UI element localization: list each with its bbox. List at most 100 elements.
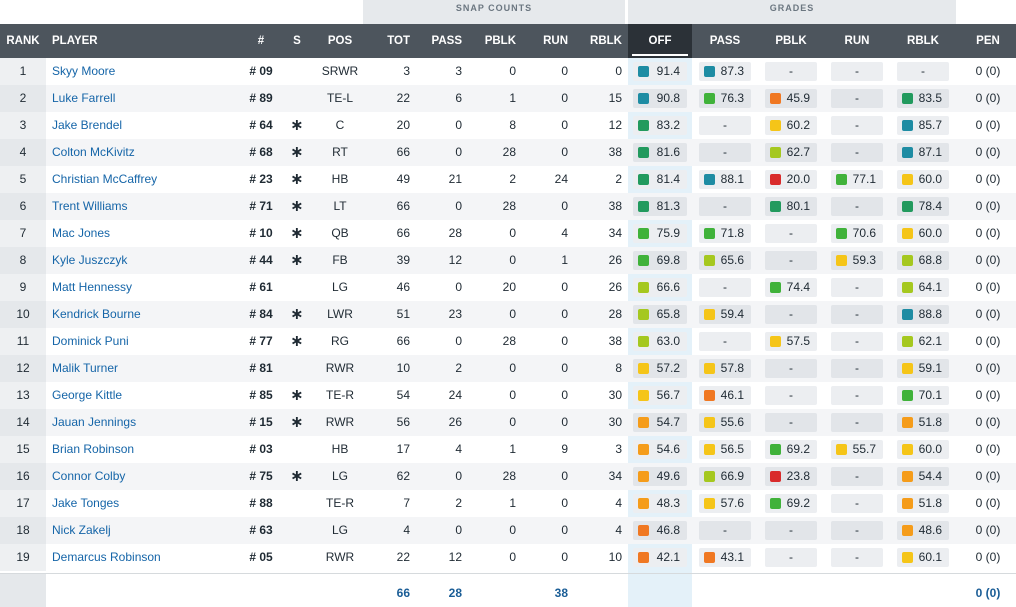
player-name-link[interactable]: Demarcus Robinson: [52, 544, 161, 571]
grade-color-swatch: [638, 309, 649, 320]
run-grade-value: -: [855, 307, 859, 321]
rblk-grade-badge: 59.1: [897, 359, 949, 378]
player-name-link[interactable]: Dominick Puni: [52, 328, 129, 355]
grade-color-swatch: [638, 390, 649, 401]
header-number[interactable]: #: [238, 24, 284, 58]
header-pblk-snaps[interactable]: PBLK: [474, 24, 516, 58]
jersey-number: # 84: [249, 307, 273, 321]
player-name-link[interactable]: Kendrick Bourne: [52, 301, 141, 328]
header-penalties[interactable]: PEN: [960, 24, 1016, 58]
grade-color-swatch: [836, 228, 847, 239]
offense-grade-value: 42.1: [656, 550, 680, 564]
header-rblk-grade[interactable]: RBLK: [895, 24, 951, 58]
pass-grade-value: 43.1: [720, 550, 744, 564]
snap-counts-group-label: SNAP COUNTS: [363, 0, 625, 24]
starter-mark: ∗: [290, 306, 304, 323]
player-name-link[interactable]: George Kittle: [52, 382, 122, 409]
position-cell: FB: [332, 253, 348, 267]
total-snaps: 7: [403, 496, 410, 510]
rblk-snaps: 4: [615, 523, 622, 537]
offense-grade-value: 91.4: [656, 64, 680, 78]
rblk-grade-badge: 51.8: [897, 413, 949, 432]
pass-snaps: 0: [455, 523, 462, 537]
run-grade-badge: -: [831, 305, 883, 324]
run-grade-badge: 59.3: [831, 251, 883, 270]
player-name-link[interactable]: Matt Hennessy: [52, 274, 132, 301]
pblk-grade-value: -: [789, 388, 793, 402]
player-name-link[interactable]: Jauan Jennings: [52, 409, 136, 436]
pblk-grade-value: -: [789, 550, 793, 564]
player-name-link[interactable]: Christian McCaffrey: [52, 166, 157, 193]
player-name-link[interactable]: Mac Jones: [52, 220, 110, 247]
pblk-grade-badge: -: [765, 359, 817, 378]
offense-grade-badge: 90.8: [633, 89, 687, 108]
rblk-grade-value: -: [921, 64, 925, 78]
player-name-link[interactable]: Malik Turner: [52, 355, 118, 382]
pass-grade-badge: -: [699, 521, 751, 540]
header-starter[interactable]: S: [287, 24, 307, 58]
jersey-number: # 81: [249, 361, 273, 375]
pblk-snaps: 0: [509, 523, 516, 537]
pass-grade-value: 71.8: [720, 226, 744, 240]
header-position[interactable]: POS: [310, 24, 370, 58]
grade-color-swatch: [902, 417, 913, 428]
offense-grade-value: 90.8: [656, 91, 680, 105]
header-run-grade[interactable]: RUN: [829, 24, 885, 58]
player-name-link[interactable]: Skyy Moore: [52, 58, 115, 85]
run-grade-value: -: [855, 550, 859, 564]
offense-grade-value: 75.9: [656, 226, 680, 240]
player-name-link[interactable]: Luke Farrell: [52, 85, 115, 112]
pblk-snaps: 0: [509, 64, 516, 78]
header-player[interactable]: PLAYER: [52, 24, 98, 58]
starter-mark: [287, 517, 307, 544]
header-rblk-snaps[interactable]: RBLK: [580, 24, 622, 58]
player-name-link[interactable]: Brian Robinson: [52, 436, 134, 463]
pblk-grade-badge: -: [765, 413, 817, 432]
pass-grade-badge: -: [699, 116, 751, 135]
rank-cell: 16: [0, 463, 46, 490]
position-cell: TE-R: [326, 388, 354, 402]
run-grade-value: 70.6: [852, 226, 876, 240]
pass-grade-value: 56.5: [720, 442, 744, 456]
jersey-number: # 44: [249, 253, 273, 267]
run-grade-badge: 77.1: [831, 170, 883, 189]
player-name-link[interactable]: Kyle Juszczyk: [52, 247, 127, 274]
rblk-grade-value: 68.8: [918, 253, 942, 267]
grade-color-swatch: [638, 201, 649, 212]
header-offense-grade[interactable]: OFF: [628, 24, 692, 58]
rank-cell: 18: [0, 517, 46, 544]
grade-color-swatch: [704, 309, 715, 320]
player-name-link[interactable]: Trent Williams: [52, 193, 128, 220]
player-name-link[interactable]: Colton McKivitz: [52, 139, 135, 166]
header-total-snaps[interactable]: TOT: [370, 24, 410, 58]
offense-grade-badge: 54.6: [633, 440, 687, 459]
rblk-grade-value: 87.1: [918, 145, 942, 159]
run-grade-value: -: [855, 280, 859, 294]
grade-color-swatch: [638, 525, 649, 536]
rblk-snaps: 30: [608, 415, 622, 429]
starter-mark: [287, 544, 307, 571]
offense-grade-badge: 63.0: [633, 332, 687, 351]
pblk-grade-value: 20.0: [786, 172, 810, 186]
header-pass-snaps[interactable]: PASS: [420, 24, 462, 58]
player-name-link[interactable]: Jake Brendel: [52, 112, 122, 139]
rblk-grade-value: 64.1: [918, 280, 942, 294]
pass-grade-badge: 76.3: [699, 89, 751, 108]
offense-grade-value: 54.6: [656, 442, 680, 456]
offense-grade-value: 63.0: [656, 334, 680, 348]
pblk-grade-badge: 57.5: [765, 332, 817, 351]
penalties-cell: 0 (0): [975, 361, 1001, 375]
header-pass-grade[interactable]: PASS: [697, 24, 753, 58]
starter-mark: ∗: [290, 225, 304, 242]
header-run-snaps[interactable]: RUN: [530, 24, 568, 58]
header-rank[interactable]: RANK: [0, 24, 46, 58]
grade-color-swatch: [638, 336, 649, 347]
player-name-link[interactable]: Connor Colby: [52, 463, 125, 490]
player-name-link[interactable]: Jake Tonges: [52, 490, 119, 517]
header-pblk-grade[interactable]: PBLK: [763, 24, 819, 58]
offense-grade-badge: 46.8: [633, 521, 687, 540]
pblk-snaps: 8: [509, 118, 516, 132]
jersey-number: # 15: [249, 415, 273, 429]
total-snaps: 39: [396, 253, 410, 267]
player-name-link[interactable]: Nick Zakelj: [52, 517, 111, 544]
